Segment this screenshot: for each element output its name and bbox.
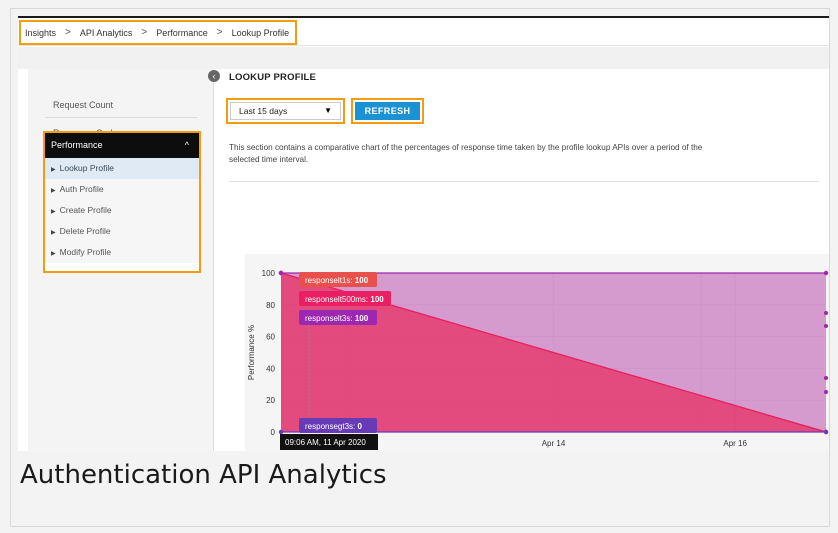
tooltip-entry-value: 100 [355,314,369,323]
y-tick-label: 60 [266,333,275,342]
data-point-responselt3s [823,270,829,276]
tooltip-entry-label: responsegt3s: [305,422,357,431]
tooltip-entry-value: 0 [357,422,362,431]
sidebar-group-label: Performance [51,140,103,150]
performance-chart: 0 20 40 60 80 100 Apr 14 Apr 16 responselt1s: 10… [245,254,829,451]
range-select-value: Last 15 days [239,106,288,116]
tooltip-entry: responsegt3s: 0 [299,418,377,433]
tooltip-entry-label: responselt500ms: [305,295,370,304]
figure-caption: Authentication API Analytics [20,460,387,490]
sidebar-subitem-label: Auth Profile [59,184,104,194]
breadcrumb: Insights > API Analytics > Performance >… [19,20,298,45]
sidebar-item-lookup-profile[interactable]: ▶ Lookup Profile [45,158,199,179]
x-tick-label: Apr 14 [542,439,566,448]
tooltip-entry: responselt3s: 100 [299,310,377,325]
tooltip-entry: responselt1s: 100 [299,272,377,287]
breadcrumb-insights[interactable]: Insights [25,28,56,38]
data-point-edge [824,324,828,328]
data-point-edge [824,376,828,380]
breadcrumb-separator: > [65,27,71,38]
breadcrumb-separator: > [141,27,148,38]
y-tick-label: 40 [266,364,275,373]
caret-right-icon: ▶ [51,251,56,257]
data-point-responsegt3s [278,429,284,435]
y-tick-label: 80 [266,301,275,310]
caret-right-icon: ▶ [51,167,56,173]
tooltip-entry: responselt500ms: 100 [299,291,391,306]
page-title: LOOKUP PROFILE [229,72,317,83]
breadcrumb-separator: > [216,27,223,38]
tooltip-entry-text: responselt3s: 100 [305,314,369,323]
y-tick-label: 0 [271,428,276,437]
y-tick-label: 100 [262,269,276,278]
tooltip-entry-value: 100 [355,276,369,285]
refresh-button[interactable]: REFRESH [355,102,420,120]
refresh-highlight: REFRESH [351,98,424,124]
tooltip-time: 09:06 AM, 11 Apr 2020 [285,438,366,447]
tooltip-entry-label: responselt3s: [305,314,355,323]
main-panel: ‹ LOOKUP PROFILE Last 15 days ▼ REFRESH … [208,69,829,451]
y-axis-title: Performance % [247,325,256,380]
sidebar-item-performance[interactable]: Performance ^ [45,133,199,158]
tooltip-entry-text: responselt500ms: 100 [305,295,384,304]
y-tick-label: 20 [266,396,275,405]
back-icon[interactable]: ‹ [208,70,220,82]
sidebar-subitem-label: Delete Profile [59,226,111,236]
section-description: This section contains a comparative char… [229,143,703,164]
sidebar-item-modify-profile[interactable]: ▶ Modify Profile [45,242,199,263]
range-select-highlight: Last 15 days ▼ [226,98,345,124]
screenshot: Insights > API Analytics > Performance >… [18,16,829,451]
sidebar-subitem-label: Create Profile [59,205,112,215]
breadcrumb-api-analytics[interactable]: API Analytics [80,28,133,38]
range-select[interactable]: Last 15 days ▼ [230,102,341,120]
tooltip-entry-label: responselt1s: [305,276,355,285]
data-point-responsegt3s [823,429,829,435]
sidebar-item-create-profile[interactable]: ▶ Create Profile [45,200,199,221]
header-band [18,47,829,69]
breadcrumb-performance[interactable]: Performance [156,28,208,38]
sidebar-item-auth-profile[interactable]: ▶ Auth Profile [45,179,199,200]
tooltip-entry-text: responselt1s: 100 [305,276,369,285]
sidebar-item-request-count[interactable]: Request Count [45,92,197,118]
data-point-edge [824,311,828,315]
chevron-up-icon: ^ [184,140,189,150]
sidebar-subitem-label: Modify Profile [59,247,112,257]
caret-right-icon: ▶ [51,209,56,215]
caret-down-icon: ▼ [324,106,332,115]
breadcrumb-lookup-profile: Lookup Profile [231,27,290,38]
sidebar: Request Count Response Code Performance … [28,69,214,451]
breadcrumb-bar: Insights > API Analytics > Performance >… [18,18,829,46]
caret-right-icon: ▶ [51,230,56,236]
tooltip-entry-text: responsegt3s: 0 [305,422,362,431]
tooltip-entry-value: 100 [370,295,384,304]
x-tick-label: Apr 16 [723,439,747,448]
caret-right-icon: ▶ [51,188,56,194]
divider [229,181,819,182]
data-point-responselt3s [278,270,284,276]
sidebar-group-performance: Performance ^ ▶ Lookup Profile ▶ Auth Prof… [43,131,201,273]
sidebar-subitem-label: Lookup Profile [59,163,114,173]
sidebar-item-delete-profile[interactable]: ▶ Delete Profile [45,221,199,242]
data-point-edge [824,390,828,394]
